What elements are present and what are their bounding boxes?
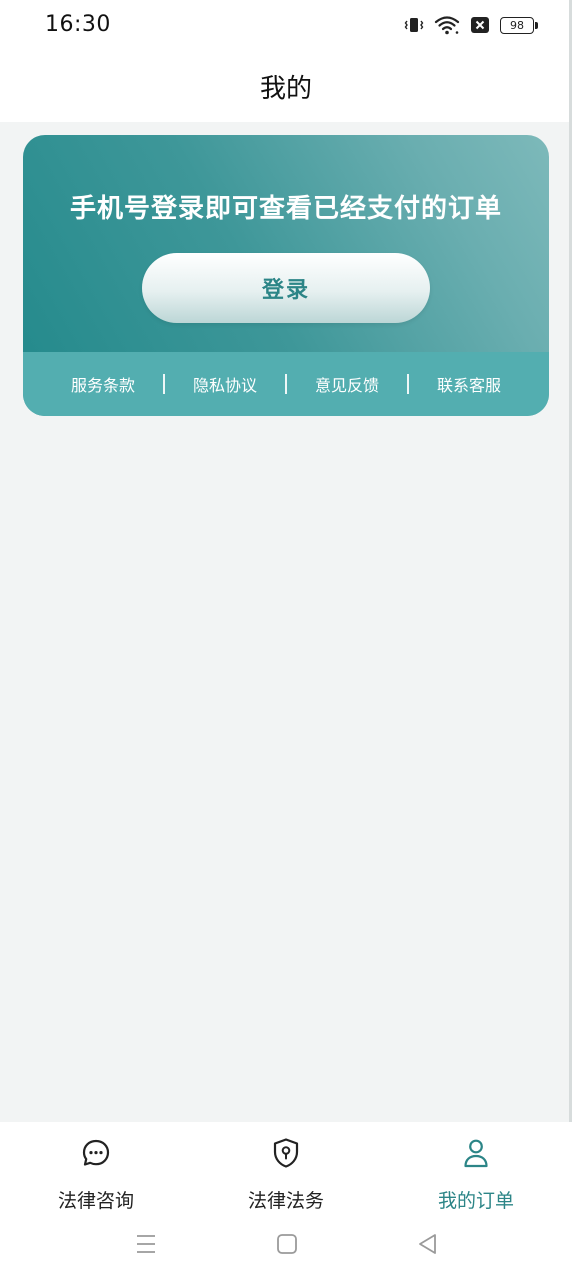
system-nav-bar bbox=[0, 1220, 572, 1270]
sim-off-icon bbox=[470, 16, 490, 34]
home-icon[interactable] bbox=[275, 1232, 299, 1260]
wifi-icon bbox=[434, 15, 460, 35]
card-links-bar: 服务条款 隐私协议 意见反馈 联系客服 bbox=[23, 352, 549, 416]
contact-support-link[interactable]: 联系客服 bbox=[437, 372, 501, 396]
feedback-link[interactable]: 意见反馈 bbox=[315, 372, 379, 396]
nav-item-legal-consult[interactable]: 法律咨询 bbox=[16, 1136, 176, 1216]
battery-icon: 98 bbox=[500, 16, 538, 34]
status-time: 16:30 bbox=[45, 12, 111, 37]
login-button[interactable]: 登录 bbox=[142, 253, 430, 323]
privacy-policy-link[interactable]: 隐私协议 bbox=[193, 372, 257, 396]
vibrate-icon bbox=[404, 15, 424, 35]
title-bar: 我的 bbox=[0, 52, 572, 122]
status-bar: 16:30 98 bbox=[0, 0, 572, 52]
login-prompt-headline: 手机号登录即可查看已经支付的订单 bbox=[69, 194, 502, 224]
nav-label: 法律咨询 bbox=[57, 1190, 134, 1212]
menu-icon[interactable] bbox=[134, 1232, 158, 1260]
link-divider bbox=[162, 374, 165, 394]
status-icons: 98 bbox=[404, 14, 538, 36]
link-divider bbox=[284, 374, 287, 394]
chat-bubble-icon bbox=[81, 1136, 111, 1170]
nav-item-legal-affairs[interactable]: 法律法务 bbox=[206, 1136, 366, 1216]
nav-label: 我的订单 bbox=[437, 1190, 514, 1212]
shield-lock-icon bbox=[271, 1136, 301, 1170]
nav-item-my-orders[interactable]: 我的订单 bbox=[396, 1136, 556, 1216]
nav-label: 法律法务 bbox=[247, 1190, 324, 1212]
back-icon[interactable] bbox=[416, 1232, 440, 1260]
login-card: 手机号登录即可查看已经支付的订单 登录 服务条款 隐私协议 意见反馈 联系客服 bbox=[23, 135, 549, 416]
page-title: 我的 bbox=[259, 74, 312, 104]
terms-of-service-link[interactable]: 服务条款 bbox=[71, 372, 135, 396]
link-divider bbox=[406, 374, 409, 394]
person-icon bbox=[461, 1136, 491, 1170]
